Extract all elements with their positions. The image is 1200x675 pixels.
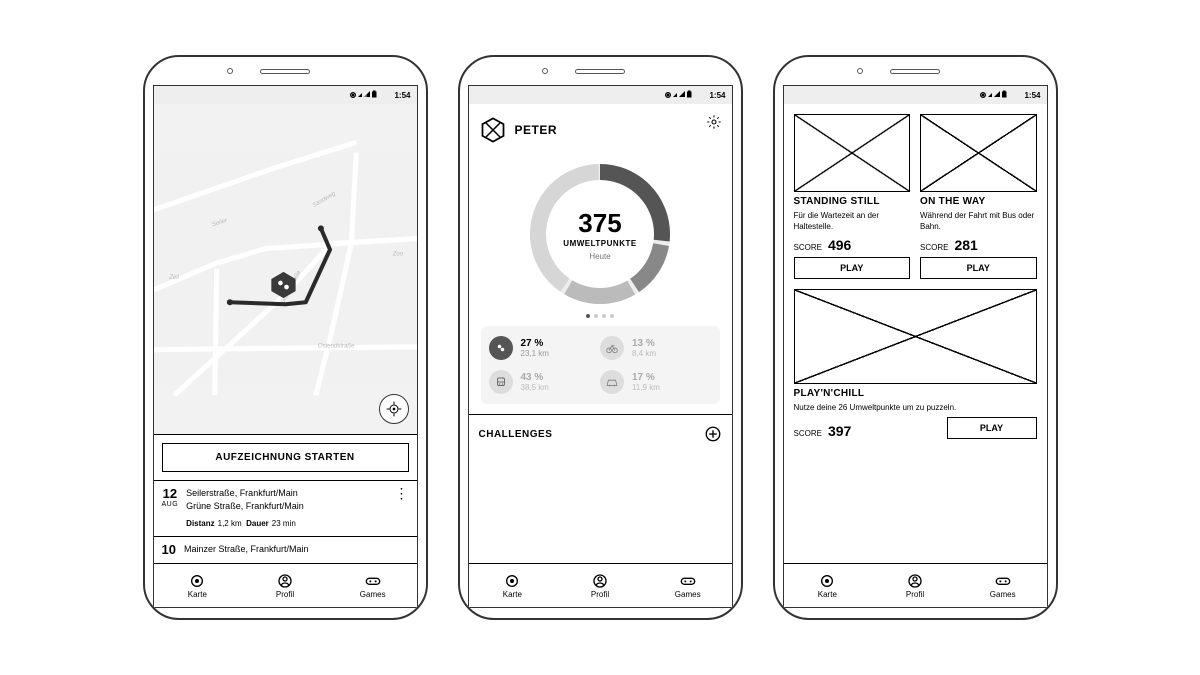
- car-icon: [600, 370, 624, 394]
- status-bar: 1:54: [784, 86, 1047, 104]
- phone-profile: 1:54 PETER 375: [458, 55, 743, 620]
- transport-stats: 27 %23,1 km 13 %8,4 km 43 %38,5 km 17 %1…: [481, 326, 720, 404]
- target-icon: [189, 573, 205, 589]
- tab-map[interactable]: Karte: [784, 564, 872, 607]
- tab-games[interactable]: Games: [329, 564, 417, 607]
- walk-icon: [489, 336, 513, 360]
- more-icon[interactable]: ⋮: [395, 491, 409, 495]
- tab-bar: Karte Profil Games: [154, 563, 417, 607]
- svg-text:Ostendstraße: Ostendstraße: [317, 344, 354, 350]
- locate-button[interactable]: [379, 394, 409, 424]
- game-card-standing-still: STANDING STILL Für die Wartezeit an der …: [794, 114, 911, 279]
- tab-map[interactable]: Karte: [469, 564, 557, 607]
- play-button[interactable]: PLAY: [947, 417, 1037, 439]
- gamepad-icon: [365, 573, 381, 589]
- game-card-playnchill: PLAY'N'CHILL Nutze deine 26 Umweltpunkte…: [794, 289, 1037, 440]
- status-bar: 1:54: [469, 86, 732, 104]
- tab-games[interactable]: Games: [644, 564, 732, 607]
- image-placeholder: [920, 114, 1037, 192]
- points-donut: 375 UMWELTPUNKTE Heute: [520, 154, 680, 314]
- status-bar: 1:54: [154, 86, 417, 104]
- challenges-row[interactable]: CHALLENGES: [469, 414, 732, 453]
- tab-profile[interactable]: Profil: [241, 564, 329, 607]
- bike-icon: [600, 336, 624, 360]
- username: PETER: [515, 123, 558, 137]
- page-dots[interactable]: [469, 314, 732, 318]
- trip-entry[interactable]: 12AUG Seilerstraße, Frankfurt/Main Grüne…: [154, 480, 417, 536]
- status-icons: [350, 90, 390, 100]
- tab-games[interactable]: Games: [959, 564, 1047, 607]
- phone-games: 1:54 STANDING STILL Für die Wartezeit an…: [773, 55, 1058, 620]
- transit-icon: [489, 370, 513, 394]
- svg-text:Zoo: Zoo: [391, 252, 403, 258]
- user-icon: [277, 573, 293, 589]
- image-placeholder: [794, 289, 1037, 384]
- play-button[interactable]: PLAY: [920, 257, 1037, 279]
- plus-circle-icon[interactable]: [704, 425, 722, 443]
- image-placeholder: [794, 114, 911, 192]
- phone-map: 1:54 Seiler Sandweg: [143, 55, 428, 620]
- map-view[interactable]: Seiler Sandweg Zeil Ostendstraße Zoo Grü…: [154, 104, 417, 435]
- svg-text:Zeil: Zeil: [168, 275, 179, 281]
- avatar-hex-icon[interactable]: [479, 116, 507, 144]
- tab-profile[interactable]: Profil: [556, 564, 644, 607]
- tab-profile[interactable]: Profil: [871, 564, 959, 607]
- game-card-on-the-way: ON THE WAY Während der Fahrt mit Bus ode…: [920, 114, 1037, 279]
- start-recording-button[interactable]: AUFZEICHNUNG STARTEN: [162, 443, 409, 472]
- tab-map[interactable]: Karte: [154, 564, 242, 607]
- play-button[interactable]: PLAY: [794, 257, 911, 279]
- status-time: 1:54: [394, 91, 410, 100]
- gear-icon[interactable]: [706, 114, 722, 130]
- phone-top: [145, 57, 426, 85]
- trip-entry[interactable]: 10 Mainzer Straße, Frankfurt/Main: [154, 536, 417, 563]
